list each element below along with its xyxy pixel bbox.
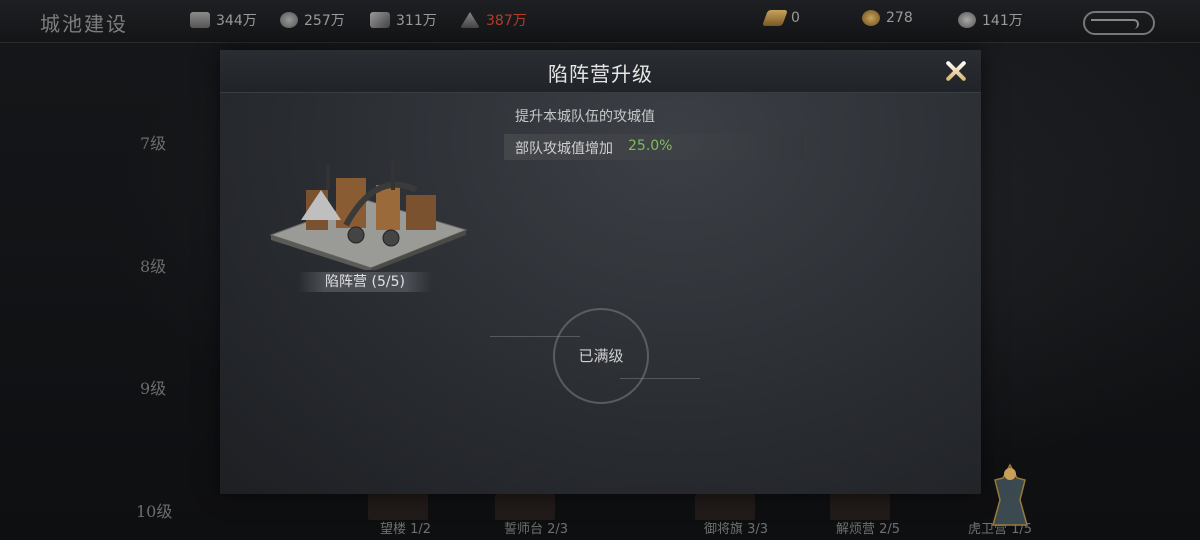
building-thumb[interactable] <box>368 494 428 520</box>
resource-iron: 311万 <box>370 10 437 30</box>
bottom-building-label[interactable]: 解烦营 2/5 <box>836 518 900 537</box>
upgrade-description: 提升本城队伍的攻城值 <box>515 109 655 125</box>
stone-icon <box>280 12 298 28</box>
dialog-title: 陷阵营升级 <box>548 62 653 86</box>
resource-stone: 257万 <box>280 10 345 30</box>
dialog-header: 陷阵营升级 <box>220 50 981 93</box>
hero-icon[interactable] <box>985 460 1035 530</box>
level-label: 9级 <box>140 379 167 398</box>
currency-gold: 0 <box>762 10 800 26</box>
coin-icon <box>958 12 976 28</box>
resource-value: 344万 <box>216 13 257 29</box>
currency-value: 278 <box>886 10 913 26</box>
building-name: 陷阵营 (5/5) <box>298 272 432 292</box>
level-label: 7级 <box>140 134 167 153</box>
back-button[interactable] <box>1083 11 1155 35</box>
max-level-status: 已满级 <box>578 347 624 365</box>
currency-value: 0 <box>791 10 800 26</box>
resource-wood: 344万 <box>190 10 257 30</box>
resource-grain: 387万 <box>460 10 527 30</box>
building-thumb[interactable] <box>830 494 890 520</box>
level-label: 8级 <box>140 257 167 276</box>
wood-icon <box>190 12 210 28</box>
building-thumb[interactable] <box>495 494 555 520</box>
currency-value: 141万 <box>982 13 1023 29</box>
bottom-building-label[interactable]: 御将旗 3/3 <box>704 518 768 537</box>
upgrade-dialog: 陷阵营升级 提升本城队伍的攻城值 部队攻城值增加 25.0% 陷阵营 (5/5)… <box>220 50 981 494</box>
currency-coin: 141万 <box>958 10 1023 30</box>
bottom-building-label[interactable]: 誓师台 2/3 <box>504 518 568 537</box>
resource-value: 257万 <box>304 13 345 29</box>
siege-camp-building-image <box>269 160 468 270</box>
level-label: 10级 <box>136 502 173 521</box>
decor-line <box>490 336 580 337</box>
decor-line <box>620 378 700 379</box>
page-title: 城池建设 <box>40 12 128 36</box>
close-button[interactable] <box>941 56 971 86</box>
gold-bar-icon <box>762 10 788 26</box>
stat-value: 25.0% <box>628 138 673 154</box>
bottom-building-label[interactable]: 望楼 1/2 <box>380 518 431 537</box>
stat-label: 部队攻城值增加 <box>515 141 613 157</box>
jade-icon <box>862 10 880 26</box>
stat-row: 部队攻城值增加 25.0% <box>504 134 804 160</box>
top-bar: 城池建设 344万 257万 311万 387万 0 278 141万 <box>0 0 1200 43</box>
iron-icon <box>370 12 390 28</box>
currency-jade: 278 <box>862 10 913 26</box>
resource-value: 311万 <box>396 13 437 29</box>
grain-icon <box>460 12 480 28</box>
building-thumb[interactable] <box>695 494 755 520</box>
resource-value: 387万 <box>486 13 527 29</box>
